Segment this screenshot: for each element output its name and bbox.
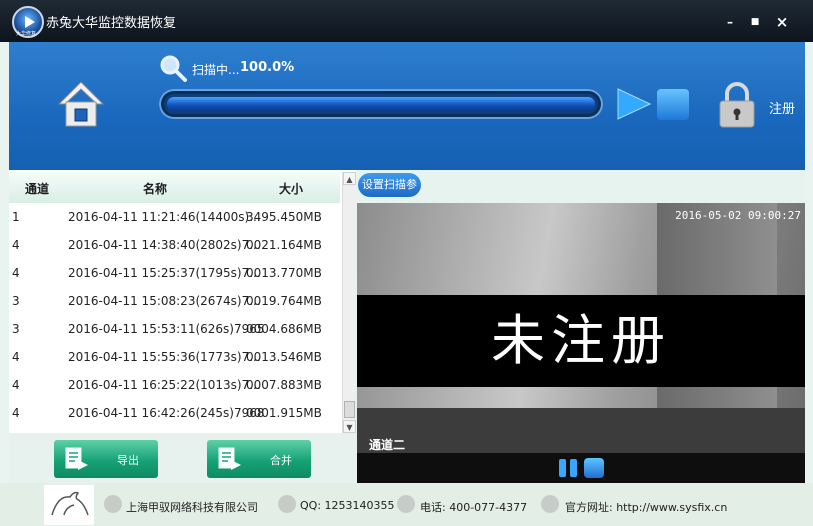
- row-name: 2016-04-11 15:53:11(626s)7965: [68, 322, 265, 336]
- table-row[interactable]: 4 2016-04-11 15:25:37(1795s)7... 0013.77…: [9, 260, 340, 288]
- merge-label: 合并: [270, 454, 292, 467]
- row-size: 0021.164MB: [246, 238, 322, 252]
- column-header-channel[interactable]: 通道: [25, 180, 49, 197]
- video-timestamp: 2016-05-02 09:00:27: [675, 209, 801, 222]
- scroll-up-arrow-icon[interactable]: ▲: [343, 172, 356, 185]
- phone-icon: [397, 495, 415, 513]
- stop-button[interactable]: [657, 89, 689, 120]
- company-name: 上海甲驭网络科技有限公司: [126, 501, 258, 514]
- lock-icon[interactable]: [717, 82, 757, 128]
- merge-icon: [218, 447, 241, 470]
- column-header-size[interactable]: 大小: [279, 180, 303, 197]
- file-list-panel: 通道 名称 大小 1 2016-04-11 11:21:46(14400s)..…: [9, 170, 356, 433]
- row-size: 3495.450MB: [246, 210, 322, 224]
- row-name: 2016-04-11 15:55:36(1773s)7...: [68, 350, 261, 364]
- row-size: 0004.686MB: [246, 322, 322, 336]
- globe-icon: [541, 495, 559, 513]
- video-controls: [357, 453, 805, 483]
- row-name: 2016-04-11 15:25:37(1795s)7...: [68, 266, 261, 280]
- scroll-thumb[interactable]: [344, 401, 355, 418]
- row-name: 2016-04-11 15:08:23(2674s)7...: [68, 294, 261, 308]
- export-label: 导出: [117, 454, 139, 467]
- table-row[interactable]: 4 2016-04-11 14:38:40(2802s)7... 0021.16…: [9, 232, 340, 260]
- row-size: 0019.764MB: [246, 294, 322, 308]
- play-icon[interactable]: [616, 87, 652, 121]
- search-icon: [160, 55, 187, 82]
- maximize-button[interactable]: ■: [747, 14, 763, 30]
- preview-panel: 设置扫描参数 2016-05-02 09:00:27 未注册 通道二: [356, 170, 805, 483]
- table-row[interactable]: 4 2016-04-11 15:55:36(1773s)7... 0013.54…: [9, 344, 340, 372]
- table-row[interactable]: 4 2016-04-11 16:25:22(1013s)7... 0007.88…: [9, 372, 340, 400]
- scroll-down-arrow-icon[interactable]: ▼: [343, 420, 356, 433]
- video-channel-label: 通道二: [369, 438, 406, 452]
- row-channel: 4: [12, 406, 20, 420]
- row-name: 2016-04-11 16:25:22(1013s)7...: [68, 378, 261, 392]
- table-row[interactable]: 3 2016-04-11 15:08:23(2674s)7... 0019.76…: [9, 288, 340, 316]
- row-channel: 4: [12, 238, 20, 252]
- pause-icon[interactable]: [557, 457, 579, 479]
- video-stop-icon[interactable]: [584, 458, 604, 478]
- phone-number: 电话: 400-077-4377: [420, 501, 528, 514]
- minimize-button[interactable]: –: [722, 14, 738, 30]
- app-logo: 大华修复: [12, 6, 44, 38]
- scan-progress-bar: [159, 89, 603, 119]
- scan-settings-button[interactable]: 设置扫描参数: [358, 173, 421, 215]
- table-header: 通道 名称 大小: [9, 172, 340, 203]
- qq-icon: [278, 495, 296, 513]
- qq-number: QQ: 1253140355: [300, 499, 395, 512]
- table-row[interactable]: 3 2016-04-11 15:53:11(626s)7965 0004.686…: [9, 316, 340, 344]
- logo-caption: 大华修复: [16, 31, 37, 37]
- column-header-name[interactable]: 名称: [143, 180, 167, 197]
- row-channel: 4: [12, 378, 20, 392]
- row-name: 2016-04-11 14:38:40(2802s)7...: [68, 238, 261, 252]
- scan-status-text: 扫描中...: [192, 63, 240, 77]
- company-icon: [104, 495, 122, 513]
- unregistered-watermark: 未注册: [357, 295, 805, 387]
- export-button[interactable]: 导出: [54, 440, 158, 478]
- row-channel: 1: [12, 210, 20, 224]
- header-bar: 扫描中... 100.0% 注册: [9, 42, 805, 170]
- home-icon[interactable]: [57, 80, 105, 128]
- export-icon: [65, 447, 88, 470]
- company-logo: [44, 485, 94, 525]
- merge-button[interactable]: 合并: [207, 440, 311, 478]
- row-size: 0013.770MB: [246, 266, 322, 280]
- close-button[interactable]: ×: [774, 14, 790, 30]
- row-channel: 4: [12, 266, 20, 280]
- row-size: 0007.883MB: [246, 378, 322, 392]
- row-size: 0013.546MB: [246, 350, 322, 364]
- window-title: 赤兔大华监控数据恢复: [46, 16, 177, 31]
- row-size: 0001.915MB: [246, 406, 322, 420]
- row-channel: 3: [12, 294, 20, 308]
- row-channel: 4: [12, 350, 20, 364]
- list-scrollbar[interactable]: ▲ ▼: [342, 172, 356, 433]
- table-row[interactable]: 1 2016-04-11 11:21:46(14400s)... 3495.45…: [9, 204, 340, 232]
- title-bar: 大华修复 赤兔大华监控数据恢复 – ■ ×: [0, 0, 813, 42]
- website-link[interactable]: 官方网址: http://www.sysfix.cn: [565, 499, 727, 515]
- video-preview: 2016-05-02 09:00:27 未注册 通道二: [357, 203, 805, 453]
- register-link[interactable]: 注册: [769, 98, 795, 117]
- scan-percent: 100.0%: [240, 60, 295, 75]
- footer-bar: 上海甲驭网络科技有限公司 QQ: 1253140355 电话: 400-077-…: [0, 483, 813, 526]
- row-channel: 3: [12, 322, 20, 336]
- row-name: 2016-04-11 11:21:46(14400s)...: [68, 210, 261, 224]
- action-bar: 导出 合并: [9, 433, 356, 483]
- progress-fill: [167, 97, 595, 111]
- table-row[interactable]: 4 2016-04-11 16:42:26(245s)7968 0001.915…: [9, 400, 340, 428]
- row-name: 2016-04-11 16:42:26(245s)7968: [68, 406, 265, 420]
